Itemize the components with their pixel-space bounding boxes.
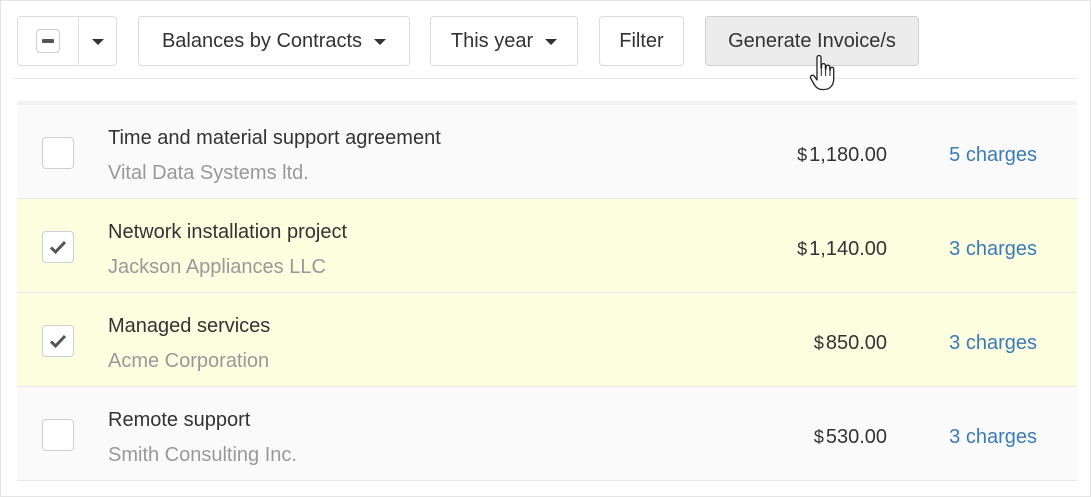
period-selector-dropdown[interactable]: This year (430, 16, 578, 66)
contract-row[interactable]: Remote support Smith Consulting Inc. $53… (17, 387, 1077, 481)
contract-title: Time and material support agreement (108, 127, 441, 149)
group-selector-label: Balances by Contracts (161, 29, 363, 52)
contract-row[interactable]: Time and material support agreement Vita… (17, 105, 1077, 199)
bulk-select-dropdown[interactable] (79, 17, 116, 65)
charges-link[interactable]: 5 charges (949, 144, 1037, 167)
balance-amount: $1,180.00 (797, 144, 887, 167)
charges-link[interactable]: 3 charges (949, 332, 1037, 355)
period-selector-label: This year (450, 29, 534, 52)
toolbar: Balances by Contracts This year Filter G… (13, 1, 1077, 79)
caret-down-icon (91, 39, 104, 45)
currency-symbol: $ (813, 427, 824, 447)
contract-row[interactable]: Network installation project Jackson App… (17, 199, 1077, 293)
charges-link[interactable]: 3 charges (949, 238, 1037, 261)
contract-row[interactable]: Managed services Acme Corporation $850.0… (17, 293, 1077, 387)
amount-value: 1,140.00 (809, 238, 887, 260)
balance-amount: $530.00 (814, 426, 887, 449)
currency-symbol: $ (797, 145, 808, 165)
client-name: Acme Corporation (108, 350, 270, 372)
amount-value: 850.00 (825, 332, 887, 354)
contract-title: Network installation project (108, 221, 347, 243)
bulk-select-checkbox[interactable] (18, 17, 79, 65)
app-frame: Balances by Contracts This year Filter G… (0, 0, 1091, 497)
filter-button-label: Filter (619, 29, 664, 52)
row-checkbox[interactable] (42, 231, 74, 263)
amount-value: 1,180.00 (809, 144, 887, 166)
row-checkbox[interactable] (42, 325, 74, 357)
balance-amount: $850.00 (814, 332, 887, 355)
row-checkbox[interactable] (42, 137, 74, 169)
caret-down-icon (545, 39, 558, 45)
contracts-list: Time and material support agreement Vita… (17, 105, 1077, 481)
checkmark-icon (49, 240, 67, 255)
balance-amount: $1,140.00 (797, 238, 887, 261)
charges-link[interactable]: 3 charges (949, 426, 1037, 449)
client-name: Vital Data Systems ltd. (108, 162, 309, 184)
minus-checkbox-icon (36, 29, 60, 53)
bulk-select-control (17, 16, 117, 66)
contract-title: Managed services (108, 315, 271, 337)
contract-title: Remote support (108, 409, 251, 431)
client-name: Jackson Appliances LLC (108, 256, 326, 278)
generate-invoices-label: Generate Invoice/s (728, 29, 896, 52)
checkmark-icon (49, 334, 67, 349)
currency-symbol: $ (813, 333, 824, 353)
amount-value: 530.00 (825, 426, 887, 448)
currency-symbol: $ (797, 239, 808, 259)
hand-pointer-cursor-icon (809, 55, 835, 91)
row-checkbox[interactable] (42, 419, 74, 451)
group-selector-dropdown[interactable]: Balances by Contracts (138, 16, 410, 66)
caret-down-icon (374, 39, 387, 45)
client-name: Smith Consulting Inc. (108, 444, 297, 466)
filter-button[interactable]: Filter (599, 16, 684, 66)
